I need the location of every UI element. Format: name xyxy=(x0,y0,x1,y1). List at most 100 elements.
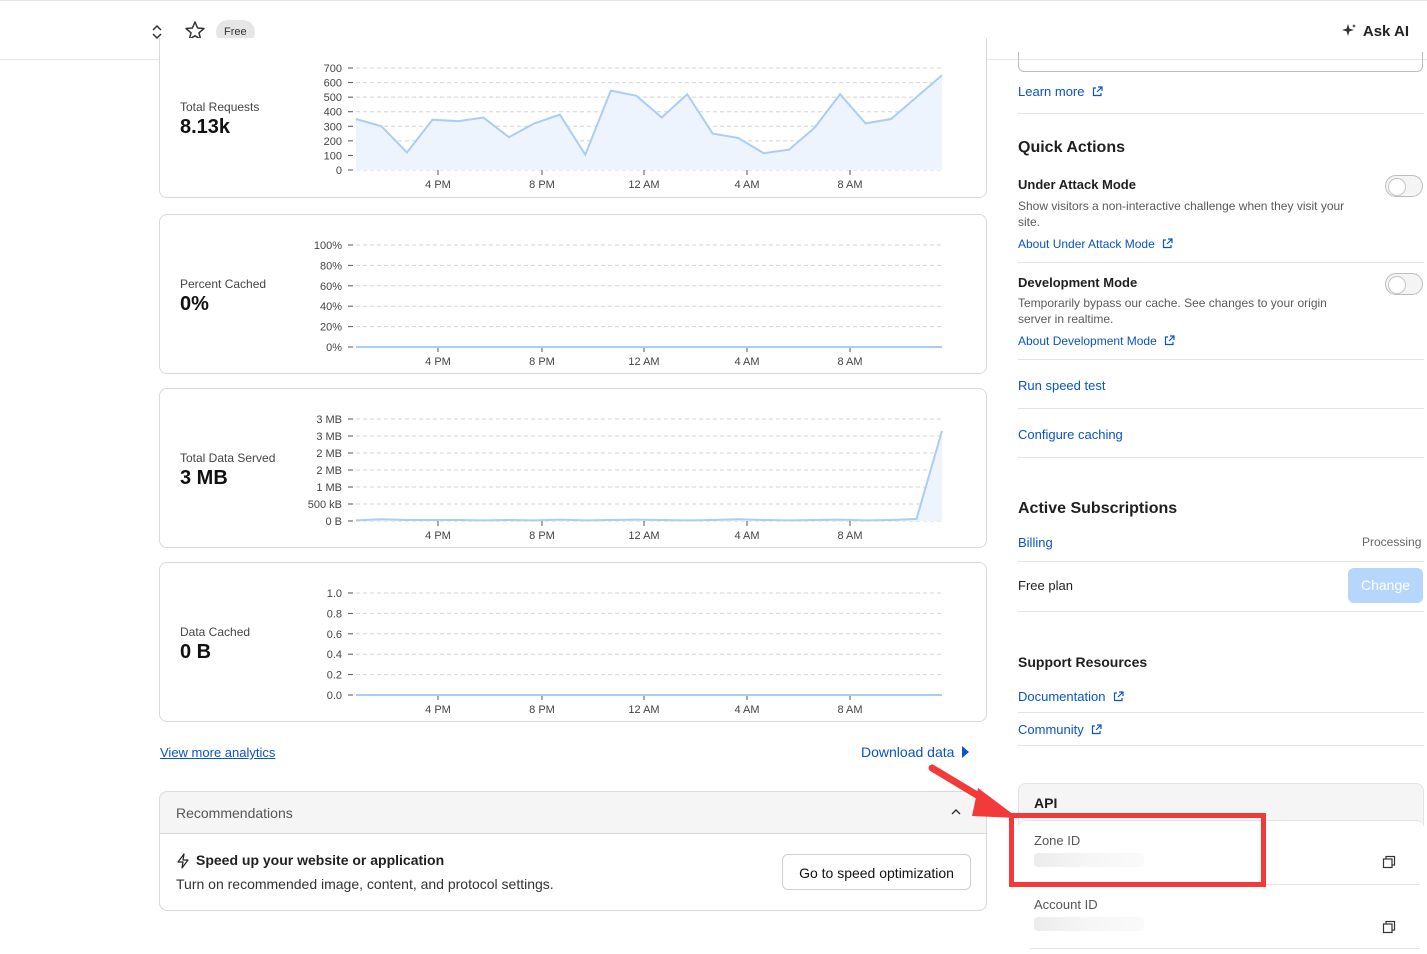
input-field-partial[interactable] xyxy=(1018,52,1423,72)
about-under-attack-label: About Under Attack Mode xyxy=(1018,237,1155,251)
y-tick-label: 1 MB xyxy=(316,482,342,494)
community-link[interactable]: Community xyxy=(1018,721,1102,739)
y-tick-label: 300 xyxy=(324,121,342,133)
y-tick-label: 60% xyxy=(320,281,342,293)
external-link-icon xyxy=(1092,724,1102,735)
y-tick-label: 200 xyxy=(324,136,342,148)
under-attack-desc: Show visitors a non-interactive challeng… xyxy=(1018,199,1345,229)
y-tick-label: 0 B xyxy=(325,516,342,528)
x-tick-label: 8 PM xyxy=(529,356,555,368)
account-id-value-redacted xyxy=(1034,917,1144,931)
x-tick-label: 8 AM xyxy=(837,704,862,716)
y-tick-label: 500 kB xyxy=(308,499,342,511)
about-dev-mode-label: About Development Mode xyxy=(1018,334,1157,348)
caret-right-icon xyxy=(962,746,970,758)
billing-link[interactable]: Billing xyxy=(1018,535,1053,550)
x-tick-label: 4 AM xyxy=(734,704,759,716)
chart-card: Percent Cached 0% 100% 80% 60% 40% 20% 0% 4 PM 8 … xyxy=(159,214,987,374)
bolt-icon xyxy=(177,853,189,869)
x-tick-label: 4 AM xyxy=(734,179,759,191)
y-tick-label: 0.6 xyxy=(327,629,342,641)
series-area xyxy=(356,75,942,170)
x-tick-label: 4 PM xyxy=(425,179,451,191)
view-more-analytics-link[interactable]: View more analytics xyxy=(160,745,275,760)
divider xyxy=(1018,561,1424,562)
run-speed-test-link[interactable]: Run speed test xyxy=(1018,378,1105,393)
external-link-icon xyxy=(1165,335,1175,346)
y-tick-label: 0.0 xyxy=(327,690,342,702)
x-tick-label: 4 PM xyxy=(425,530,451,542)
configure-caching-link[interactable]: Configure caching xyxy=(1018,427,1123,442)
divider xyxy=(1030,948,1420,949)
documentation-link[interactable]: Documentation xyxy=(1018,688,1124,706)
y-tick-label: 80% xyxy=(320,260,342,272)
x-tick-label: 12 AM xyxy=(628,356,659,368)
external-link-icon xyxy=(1113,691,1124,702)
x-tick-label: 8 AM xyxy=(837,356,862,368)
copy-icon[interactable] xyxy=(1382,855,1396,869)
copy-icon[interactable] xyxy=(1382,920,1396,934)
under-attack-toggle[interactable] xyxy=(1385,175,1423,197)
x-tick-label: 8 AM xyxy=(837,530,862,542)
y-tick-label: 100% xyxy=(314,240,342,252)
x-tick-label: 4 PM xyxy=(425,356,451,368)
y-tick-label: 1.0 xyxy=(327,588,342,600)
y-tick-label: 0.4 xyxy=(327,649,342,661)
chart-card: Data Cached 0 B 1.0 0.8 0.6 0.4 0.2 0.0 4 PM 8 PM… xyxy=(159,562,987,722)
change-plan-button[interactable]: Change xyxy=(1348,568,1423,603)
about-under-attack-link[interactable]: About Under Attack Mode xyxy=(1018,235,1173,253)
divider xyxy=(1018,745,1424,746)
divider xyxy=(1018,408,1424,409)
x-tick-label: 8 PM xyxy=(529,530,555,542)
quick-actions-title: Quick Actions xyxy=(1018,139,1125,156)
y-tick-label: 2 MB xyxy=(316,448,342,460)
x-tick-label: 12 AM xyxy=(628,530,659,542)
dev-mode-desc: Temporarily bypass our cache. See change… xyxy=(1018,296,1327,326)
ask-ai-label: Ask AI xyxy=(1362,22,1409,40)
go-to-speed-optimization-button[interactable]: Go to speed optimization xyxy=(782,854,971,890)
y-tick-label: 40% xyxy=(320,301,342,313)
external-link-icon xyxy=(1092,86,1103,97)
account-id-label: Account ID xyxy=(1034,897,1098,912)
community-label: Community xyxy=(1018,722,1084,737)
recommendation-desc: Turn on recommended image, content, and … xyxy=(176,876,554,892)
learn-more-link[interactable]: Learn more xyxy=(1018,83,1103,101)
divider xyxy=(1018,611,1424,612)
x-tick-label: 12 AM xyxy=(628,704,659,716)
external-link-icon xyxy=(1163,238,1173,249)
learn-more-label: Learn more xyxy=(1018,84,1085,99)
x-tick-label: 4 AM xyxy=(734,530,759,542)
ask-ai-button[interactable]: Ask AI xyxy=(1341,19,1409,43)
y-tick-label: 500 xyxy=(324,92,342,104)
dev-mode-toggle[interactable] xyxy=(1385,273,1423,295)
divider xyxy=(1018,712,1424,713)
y-tick-label: 0.2 xyxy=(327,670,342,682)
under-attack-title: Under Attack Mode xyxy=(1018,177,1136,192)
sparkle-icon xyxy=(1341,24,1356,36)
y-tick-label: 600 xyxy=(324,78,342,90)
x-tick-label: 8 PM xyxy=(529,704,555,716)
chart-svg: 1.0 0.8 0.6 0.4 0.2 0.0 4 PM 8 PM 12 AM 4 AM 8 AM xyxy=(327,588,942,716)
plan-name: Free plan xyxy=(1018,578,1073,593)
about-dev-mode-link[interactable]: About Development Mode xyxy=(1018,332,1175,350)
x-tick-label: 4 PM xyxy=(425,704,451,716)
y-tick-label: 3 MB xyxy=(316,431,342,443)
download-data-label: Download data xyxy=(861,744,955,760)
series-line xyxy=(355,430,943,522)
zone-id-highlight-box xyxy=(1009,813,1266,887)
chart-svg: 3 MB 3 MB 2 MB 2 MB 1 MB 500 kB 0 B 4 PM 8 PM 12 … xyxy=(308,414,943,542)
y-tick-label: 700 xyxy=(324,63,342,75)
x-tick-label: 12 AM xyxy=(628,179,659,191)
y-tick-label: 100 xyxy=(324,150,342,162)
support-resources-title: Support Resources xyxy=(1018,654,1148,670)
y-tick-label: 3 MB xyxy=(316,414,342,426)
y-tick-label: 0.8 xyxy=(327,608,342,620)
dev-mode-title: Development Mode xyxy=(1018,275,1138,290)
chart-card: Total Data Served 3 MB 3 MB 3 MB 2 MB 2 MB 1 M… xyxy=(159,388,987,548)
download-data-link[interactable]: Download data xyxy=(861,744,970,760)
api-title: API xyxy=(1034,795,1058,811)
x-tick-label: 8 PM xyxy=(529,179,555,191)
divider xyxy=(1018,359,1424,360)
documentation-label: Documentation xyxy=(1018,689,1106,704)
active-subscriptions-title: Active Subscriptions xyxy=(1018,500,1178,517)
